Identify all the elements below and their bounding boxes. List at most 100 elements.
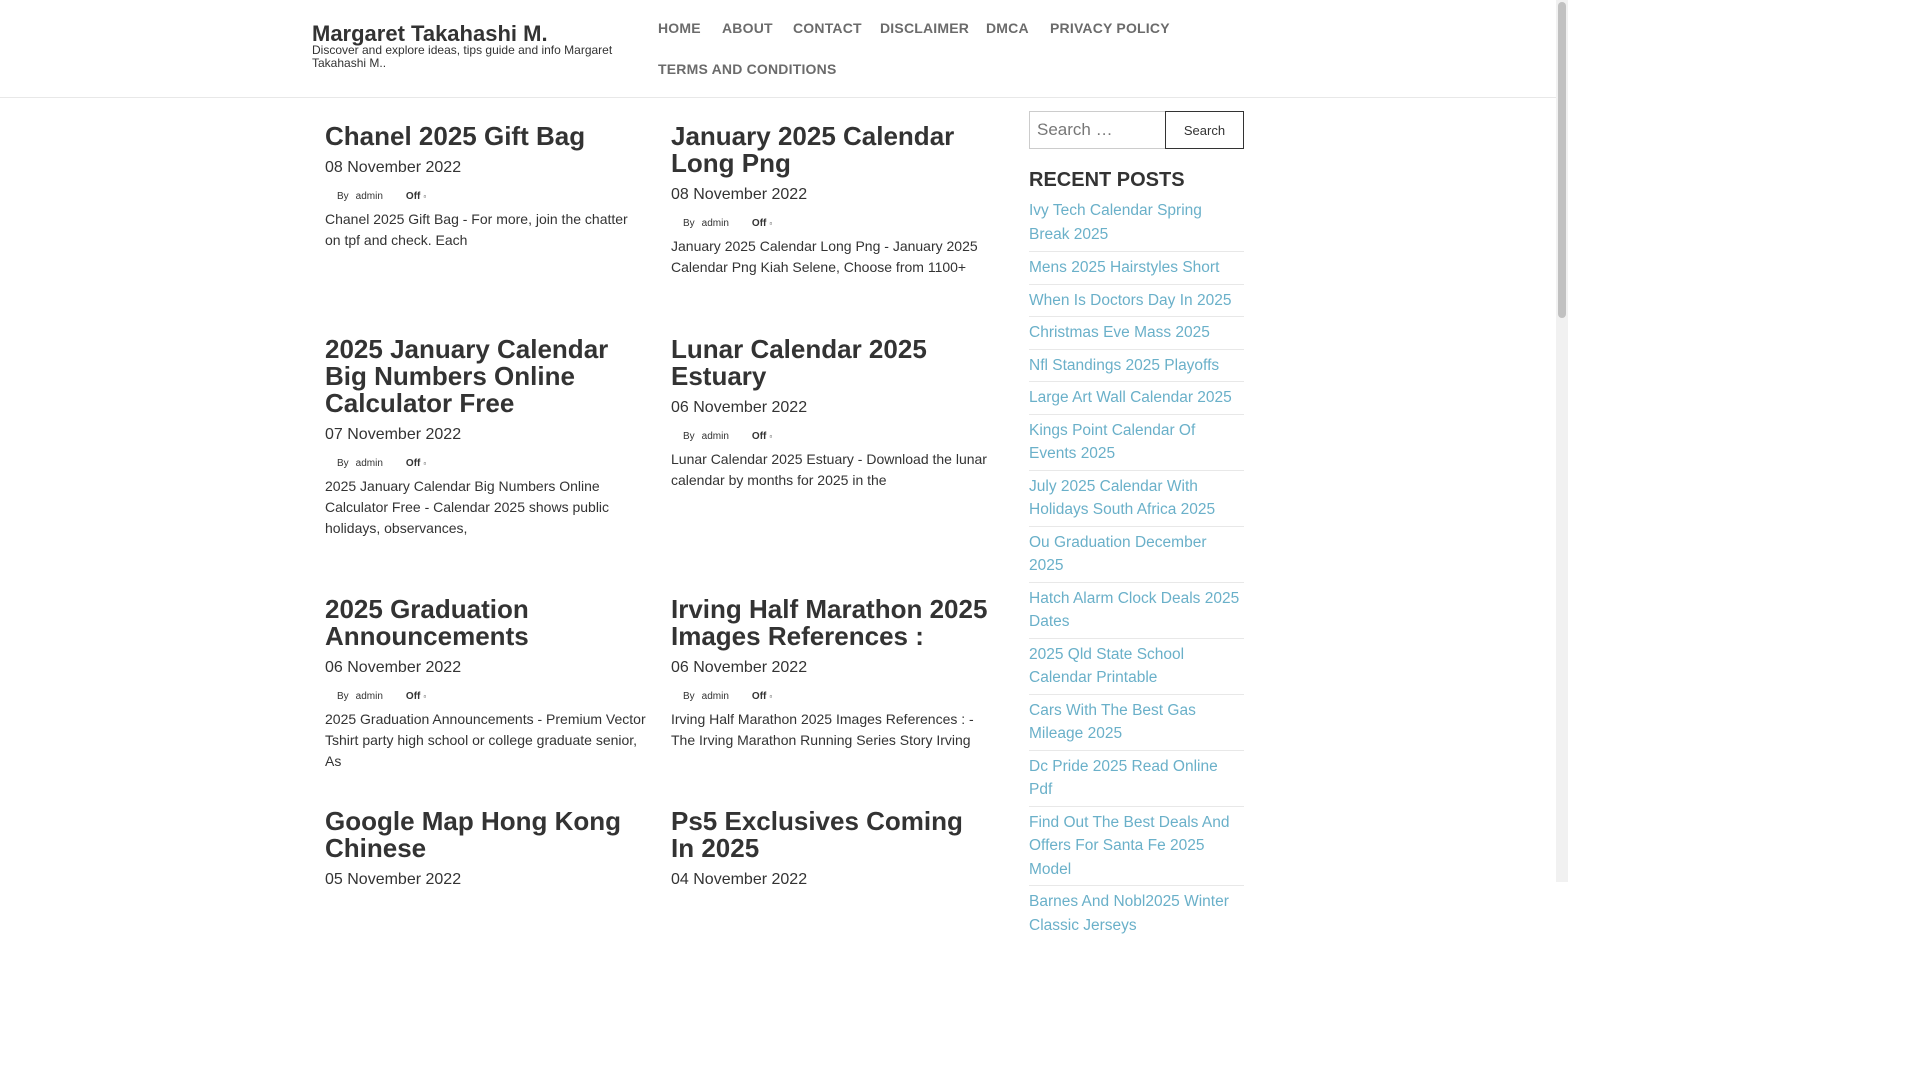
post-card: Lunar Calendar 2025 Estuary 06 November … xyxy=(671,336,993,491)
post-author[interactable]: admin xyxy=(702,218,729,229)
post-excerpt: January 2025 Calendar Long Png - January… xyxy=(671,238,978,275)
list-item: Find Out The Best Deals And Offers For S… xyxy=(1029,807,1244,886)
list-item: When Is Doctors Day In 2025 xyxy=(1029,285,1244,317)
list-item: Christmas Eve Mass 2025 xyxy=(1029,317,1244,350)
post-excerpt: 2025 January Calendar Big Numbers Online… xyxy=(325,478,610,536)
list-item: Nfl Standings 2025 Playoffs xyxy=(1029,350,1244,382)
post-excerpt: Lunar Calendar 2025 Estuary - Download t… xyxy=(671,451,987,488)
recent-post-link[interactable]: When Is Doctors Day In 2025 xyxy=(1029,289,1244,313)
post-card: Ps5 Exclusives Coming In 2025 04 Novembe… xyxy=(671,808,993,890)
post-date: 08 November 2022 xyxy=(671,186,808,203)
post-comments-status: Off xyxy=(405,690,421,702)
post-title[interactable]: January 2025 Calendar Long Png xyxy=(671,123,993,177)
comment-icon: ▫ xyxy=(423,691,427,701)
comment-icon: ▫ xyxy=(423,458,427,468)
post-by-label: By xyxy=(683,217,695,229)
list-item: Ivy Tech Calendar Spring Break 2025 xyxy=(1029,199,1244,252)
list-item: 2025 Qld State School Calendar Printable xyxy=(1029,639,1244,695)
recent-post-link[interactable]: Nfl Standings 2025 Playoffs xyxy=(1029,354,1244,378)
post-comments-status: Off xyxy=(751,690,767,702)
recent-post-link[interactable]: Dc Pride 2025 Read Online Pdf xyxy=(1029,755,1244,802)
recent-post-link[interactable]: Ivy Tech Calendar Spring Break 2025 xyxy=(1029,199,1244,246)
post-excerpt: Irving Half Marathon 2025 Images Referen… xyxy=(671,711,974,748)
post-by-label: By xyxy=(337,457,349,469)
nav-privacy-policy[interactable]: PRIVACY POLICY xyxy=(1050,20,1170,36)
recent-post-link[interactable]: Find Out The Best Deals And Offers For S… xyxy=(1029,811,1244,882)
post-comments-status: Off xyxy=(405,457,421,469)
post-excerpt: Chanel 2025 Gift Bag - For more, join th… xyxy=(325,211,628,248)
recent-post-link[interactable]: Kings Point Calendar Of Events 2025 xyxy=(1029,419,1244,466)
post-title[interactable]: Chanel 2025 Gift Bag xyxy=(325,123,647,150)
recent-posts-heading: RECENT POSTS xyxy=(1029,169,1185,191)
comment-icon: ▫ xyxy=(769,691,773,701)
post-title[interactable]: Lunar Calendar 2025 Estuary xyxy=(671,336,993,390)
post-author[interactable]: admin xyxy=(356,191,383,202)
recent-post-link[interactable]: Ou Graduation December 2025 xyxy=(1029,531,1244,578)
nav-disclaimer[interactable]: DISCLAIMER xyxy=(880,20,969,36)
recent-post-link[interactable]: Cars With The Best Gas Mileage 2025 xyxy=(1029,699,1244,746)
recent-post-link[interactable]: Barnes And Nobl2025 Winter Classic Jerse… xyxy=(1029,890,1244,937)
recent-post-link[interactable]: Hatch Alarm Clock Deals 2025 Dates xyxy=(1029,587,1244,634)
post-card: Google Map Hong Kong Chinese 05 November… xyxy=(325,808,647,890)
post-date: 06 November 2022 xyxy=(671,399,808,416)
post-date: 04 November 2022 xyxy=(671,871,808,888)
list-item: Dc Pride 2025 Read Online Pdf xyxy=(1029,751,1244,807)
nav-dmca[interactable]: DMCA xyxy=(986,20,1029,36)
comment-icon: ▫ xyxy=(769,218,773,228)
post-meta: By admin Off ▫ xyxy=(325,189,647,203)
search-input[interactable] xyxy=(1029,111,1165,149)
recent-post-link[interactable]: Mens 2025 Hairstyles Short xyxy=(1029,256,1244,280)
post-by-label: By xyxy=(683,690,695,702)
post-date: 08 November 2022 xyxy=(325,159,462,176)
post-title[interactable]: 2025 January Calendar Big Numbers Online… xyxy=(325,336,647,417)
recent-post-link[interactable]: Large Art Wall Calendar 2025 xyxy=(1029,386,1244,410)
post-date: 07 November 2022 xyxy=(325,426,462,443)
post-date: 06 November 2022 xyxy=(671,659,808,676)
list-item: Barnes And Nobl2025 Winter Classic Jerse… xyxy=(1029,886,1244,941)
recent-posts-list: Ivy Tech Calendar Spring Break 2025 Mens… xyxy=(1029,199,1244,941)
nav-terms-and-conditions[interactable]: TERMS AND CONDITIONS xyxy=(658,61,836,77)
post-title[interactable]: 2025 Graduation Announcements xyxy=(325,596,647,650)
scrollbar-thumb[interactable] xyxy=(1558,2,1566,318)
post-card: Chanel 2025 Gift Bag 08 November 2022 By… xyxy=(325,123,647,251)
list-item: Large Art Wall Calendar 2025 xyxy=(1029,382,1244,415)
post-comments-status: Off xyxy=(751,217,767,229)
post-date: 05 November 2022 xyxy=(325,871,462,888)
list-item: Kings Point Calendar Of Events 2025 xyxy=(1029,415,1244,471)
list-item: Ou Graduation December 2025 xyxy=(1029,527,1244,583)
post-title[interactable]: Google Map Hong Kong Chinese xyxy=(325,808,647,862)
post-comments-status: Off xyxy=(405,190,421,202)
post-meta: By admin Off ▫ xyxy=(671,216,993,230)
list-item: Cars With The Best Gas Mileage 2025 xyxy=(1029,695,1244,751)
recent-post-link[interactable]: Christmas Eve Mass 2025 xyxy=(1029,321,1244,345)
site-header: Margaret Takahashi M. Discover and explo… xyxy=(0,0,1556,98)
post-card: January 2025 Calendar Long Png 08 Novemb… xyxy=(671,123,993,278)
post-by-label: By xyxy=(337,690,349,702)
post-meta: By admin Off ▫ xyxy=(325,689,647,703)
post-meta: By admin Off ▫ xyxy=(671,429,993,443)
post-meta: By admin Off ▫ xyxy=(671,689,993,703)
list-item: July 2025 Calendar With Holidays South A… xyxy=(1029,471,1244,527)
comment-icon: ▫ xyxy=(769,431,773,441)
recent-post-link[interactable]: July 2025 Calendar With Holidays South A… xyxy=(1029,475,1244,522)
search-button[interactable]: Search xyxy=(1165,111,1244,149)
post-title[interactable]: Irving Half Marathon 2025 Images Referen… xyxy=(671,596,993,650)
post-date: 06 November 2022 xyxy=(325,659,462,676)
post-author[interactable]: admin xyxy=(702,691,729,702)
nav-contact[interactable]: CONTACT xyxy=(793,20,862,36)
post-meta: By admin Off ▫ xyxy=(325,456,647,470)
post-author[interactable]: admin xyxy=(356,691,383,702)
vertical-scrollbar[interactable] xyxy=(1556,0,1568,882)
recent-post-link[interactable]: 2025 Qld State School Calendar Printable xyxy=(1029,643,1244,690)
list-item: Mens 2025 Hairstyles Short xyxy=(1029,252,1244,285)
post-author[interactable]: admin xyxy=(356,458,383,469)
site-description: Discover and explore ideas, tips guide a… xyxy=(312,43,613,70)
post-card: 2025 January Calendar Big Numbers Online… xyxy=(325,336,647,539)
post-title[interactable]: Ps5 Exclusives Coming In 2025 xyxy=(671,808,993,862)
post-author[interactable]: admin xyxy=(702,431,729,442)
list-item: Hatch Alarm Clock Deals 2025 Dates xyxy=(1029,583,1244,639)
nav-home[interactable]: HOME xyxy=(658,20,701,36)
post-by-label: By xyxy=(337,190,349,202)
nav-about[interactable]: ABOUT xyxy=(722,20,773,36)
post-by-label: By xyxy=(683,430,695,442)
